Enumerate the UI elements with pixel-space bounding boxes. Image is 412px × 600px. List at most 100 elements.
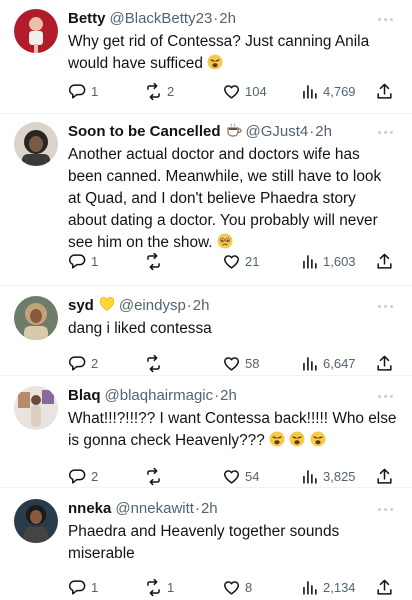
views-button[interactable]: 2,134 (300, 576, 356, 598)
share-icon (377, 83, 392, 99)
reply-icon (69, 468, 86, 484)
tweet-text-body: dang i liked contessa (68, 320, 212, 337)
reply-button[interactable]: 1 (68, 250, 98, 272)
tweet[interactable]: Betty @BlackBetty23 · 2h Why get rid of … (0, 0, 412, 114)
views-icon (303, 356, 317, 371)
separator-dot: · (194, 500, 200, 517)
like-count: 8 (245, 579, 253, 595)
reply-count: 2 (91, 355, 99, 371)
like-count: 58 (245, 355, 260, 371)
share-button[interactable] (375, 576, 394, 598)
retweet-button[interactable] (144, 250, 167, 272)
author-handle[interactable]: @GJust4 (246, 122, 309, 142)
avatar[interactable] (14, 386, 58, 430)
reply-button[interactable]: 1 (68, 576, 98, 598)
views-button[interactable]: 6,647 (300, 352, 356, 374)
tweet[interactable]: nneka @nnekawitt · 2h Phaedra and Heaven… (0, 488, 412, 600)
separator-dot: · (213, 10, 219, 27)
author-name[interactable]: Blaq (68, 386, 101, 406)
weary-face-icon (289, 431, 305, 447)
share-button[interactable] (375, 80, 394, 102)
author-handle[interactable]: @eindysp (119, 296, 186, 316)
tweet[interactable]: Blaq @blaqhairmagic · 2h What!!!?!!!?? I… (0, 376, 412, 488)
share-icon (377, 253, 392, 269)
timestamp[interactable]: 2h (219, 9, 236, 29)
views-button[interactable]: 4,769 (300, 80, 356, 102)
separator-dot: · (214, 387, 220, 404)
tweet-text: dang i liked contessa (68, 318, 398, 340)
reply-count: 1 (91, 83, 99, 99)
retweet-icon (147, 354, 160, 372)
tweet-text: What!!!?!!!?? I want Contessa back!!!!! … (68, 408, 398, 452)
timestamp[interactable]: 2h (193, 296, 210, 316)
like-count: 104 (245, 83, 267, 99)
more-icon[interactable] (374, 386, 398, 406)
retweet-button[interactable]: 2 (144, 80, 174, 102)
timestamp[interactable]: 2h (201, 499, 218, 519)
author-name[interactable]: Betty (68, 9, 106, 29)
reply-button[interactable]: 1 (68, 80, 98, 102)
tweet-text: Another actual doctor and doctors wife h… (68, 144, 398, 254)
avatar[interactable] (14, 122, 58, 166)
retweet-button[interactable]: 1 (144, 576, 174, 598)
retweet-button[interactable] (144, 465, 167, 487)
more-icon[interactable] (374, 296, 398, 316)
author-handle[interactable]: @BlackBetty23 (110, 9, 213, 29)
view-count: 2,134 (323, 579, 356, 595)
share-button[interactable] (375, 352, 394, 374)
yellow-heart-icon (99, 296, 115, 316)
like-button[interactable]: 8 (222, 576, 252, 598)
more-icon[interactable] (374, 122, 398, 142)
share-button[interactable] (375, 250, 394, 272)
tweet-text: Phaedra and Heavenly together sounds mis… (68, 521, 398, 565)
more-icon[interactable] (374, 499, 398, 519)
avatar[interactable] (14, 499, 58, 543)
retweet-count: 2 (167, 83, 175, 99)
timestamp[interactable]: 2h (315, 122, 332, 142)
avatar[interactable] (14, 9, 58, 53)
author-handle[interactable]: @blaqhairmagic (105, 386, 214, 406)
author-name[interactable]: nneka (68, 499, 111, 519)
view-count: 4,769 (323, 83, 356, 99)
views-icon (303, 84, 317, 99)
share-icon (377, 355, 392, 371)
retweet-icon (147, 252, 160, 270)
author-name[interactable]: Soon to be Cancelled (68, 122, 221, 142)
views-icon (303, 580, 317, 595)
retweet-icon (147, 467, 160, 485)
tweet-text-body: What!!!?!!!?? I want Contessa back!!!!! … (68, 410, 397, 449)
views-button[interactable]: 3,825 (300, 465, 356, 487)
like-button[interactable]: 58 (222, 352, 259, 374)
reply-button[interactable]: 2 (68, 352, 98, 374)
views-button[interactable]: 1,603 (300, 250, 356, 272)
weary-face-icon (207, 54, 223, 70)
tweet[interactable]: Soon to be Cancelled @GJust4 · 2h Anothe… (0, 114, 412, 286)
heart-icon (224, 254, 239, 269)
avatar[interactable] (14, 296, 58, 340)
reply-count: 2 (91, 468, 99, 484)
author-name[interactable]: syd (68, 296, 94, 316)
share-button[interactable] (375, 465, 394, 487)
like-count: 54 (245, 468, 260, 484)
like-button[interactable]: 104 (222, 80, 267, 102)
tweet[interactable]: syd @eindysp · 2h dang i liked contessa … (0, 286, 412, 376)
tweet-text-body: Phaedra and Heavenly together sounds mis… (68, 523, 340, 562)
share-icon (377, 579, 392, 595)
heart-icon (224, 356, 239, 371)
views-icon (303, 469, 317, 484)
share-icon (377, 468, 392, 484)
like-button[interactable]: 54 (222, 465, 259, 487)
more-icon[interactable] (374, 9, 398, 29)
view-count: 1,603 (323, 253, 356, 269)
views-icon (303, 254, 317, 269)
tweet-text: Why get rid of Contessa? Just canning An… (68, 31, 398, 75)
like-button[interactable]: 21 (222, 250, 259, 272)
reply-button[interactable]: 2 (68, 465, 98, 487)
author-handle[interactable]: @nnekawitt (115, 499, 194, 519)
retweet-button[interactable] (144, 352, 167, 374)
reply-icon (69, 83, 86, 99)
reply-count: 1 (91, 579, 99, 595)
timestamp[interactable]: 2h (220, 386, 237, 406)
view-count: 6,647 (323, 355, 356, 371)
coffee-icon (226, 122, 242, 142)
